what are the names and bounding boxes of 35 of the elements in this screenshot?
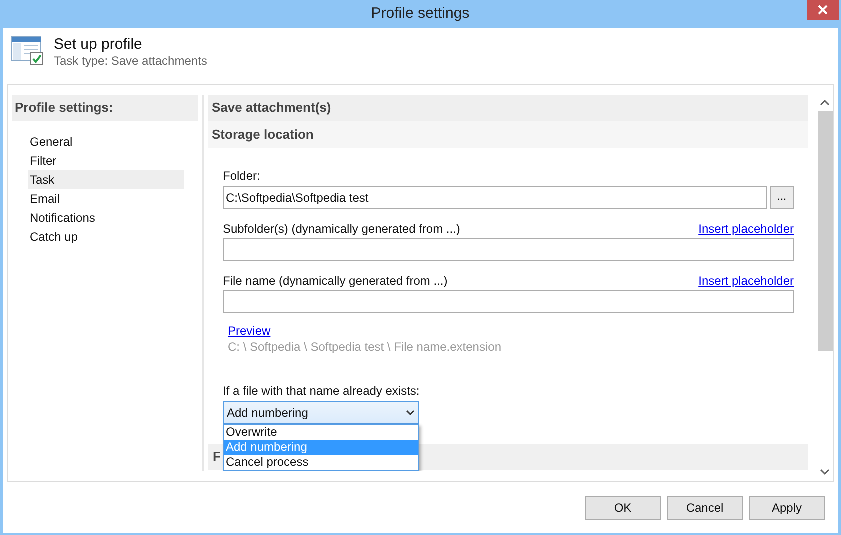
chevron-down-icon — [406, 410, 415, 416]
header-subtitle: Task type: Save attachments — [54, 54, 208, 69]
dialog-button[interactable]: Cancel — [667, 496, 743, 520]
sidebar-item[interactable]: Task — [28, 170, 184, 189]
sidebar-heading: Profile settings: — [12, 95, 198, 121]
sidebar-item[interactable]: Filter — [28, 151, 184, 170]
window-title: Profile settings — [371, 4, 470, 24]
insert-placeholder-link[interactable]: Insert placeholder — [698, 222, 794, 237]
subfolder-label: Subfolder(s) (dynamically generated from ...) — [223, 222, 460, 237]
browse-button[interactable]: ... — [770, 186, 794, 209]
sidebar-item[interactable]: Notifications — [28, 208, 184, 227]
exists-label: If a file with that name already exists: — [223, 384, 421, 399]
preview-path: C: \ Softpedia \ Softpedia test \ File name.extension — [228, 340, 502, 355]
exists-dropdown[interactable]: Add numbering — [223, 401, 419, 424]
dialog-button[interactable]: Apply — [749, 496, 825, 520]
dialog-button[interactable]: OK — [585, 496, 661, 520]
insert-placeholder-link[interactable]: Insert placeholder — [698, 274, 794, 289]
file-name-label: File name (dynamically generated from ...) — [223, 274, 448, 289]
scrollbar-thumb[interactable] — [818, 111, 832, 351]
sidebar-item[interactable]: Email — [28, 189, 184, 208]
preview-link[interactable]: Preview — [228, 324, 271, 339]
dropdown-option[interactable]: Overwrite — [224, 425, 418, 440]
header-title: Set up profile — [54, 36, 144, 54]
close-button[interactable] — [807, 0, 839, 20]
folder-field[interactable]: C:\Softpedia\Softpedia test — [223, 186, 767, 209]
sidebar-item[interactable]: General — [28, 132, 184, 151]
dropdown-option[interactable]: Cancel process — [224, 455, 418, 470]
profile-window-icon — [11, 36, 45, 66]
close-icon — [818, 5, 828, 15]
subfolder-field[interactable] — [223, 238, 794, 261]
section-heading: Save attachment(s) — [208, 95, 808, 121]
section-subheading: Storage location — [208, 121, 808, 148]
file-name-field[interactable] — [223, 290, 794, 313]
sidebar-item[interactable]: Catch up — [28, 227, 184, 246]
folder-label: Folder: — [223, 169, 262, 184]
